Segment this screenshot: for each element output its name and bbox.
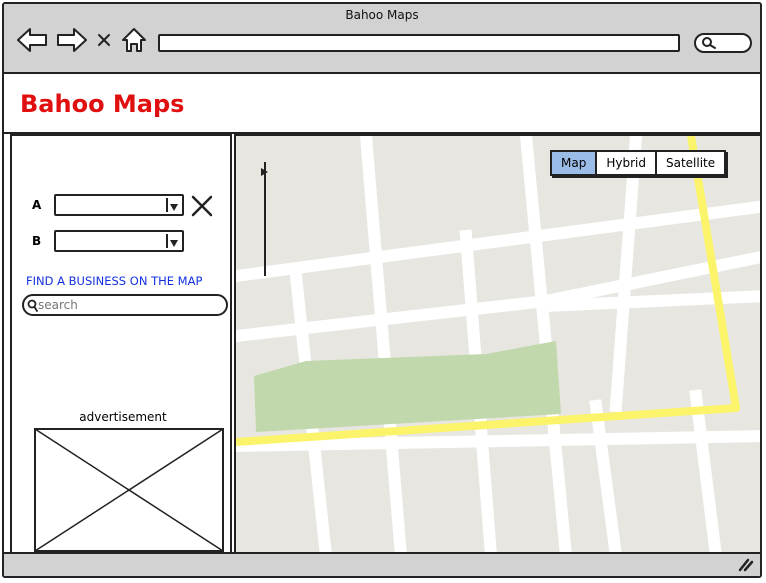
status-bar [4, 552, 760, 576]
back-arrow-icon[interactable] [16, 26, 48, 54]
advertisement-label: advertisement [79, 410, 167, 424]
address-bar[interactable] [158, 34, 680, 52]
search-icon [702, 37, 716, 49]
route-a-select[interactable] [54, 194, 184, 216]
resize-grip-icon[interactable] [736, 556, 754, 572]
window-title: Bahoo Maps [345, 8, 419, 22]
stop-icon[interactable] [96, 26, 112, 54]
advertisement-image [34, 428, 224, 552]
chevron-down-icon[interactable] [166, 198, 180, 212]
app-header: Bahoo Maps [4, 74, 760, 134]
tab-satellite[interactable]: Satellite [657, 152, 724, 174]
browser-toolbar: Bahoo Maps [4, 4, 760, 74]
home-icon[interactable] [120, 26, 148, 54]
map-view[interactable]: Map Hybrid Satellite [234, 134, 762, 554]
route-a-label: A [32, 198, 42, 212]
browser-window: Bahoo Maps Bahoo Maps A B FIND A BUSINES… [2, 2, 762, 578]
business-search-input[interactable] [38, 297, 218, 313]
chevron-down-icon[interactable] [166, 234, 180, 248]
route-b-select[interactable] [54, 230, 184, 252]
tab-map[interactable]: Map [552, 152, 598, 174]
forward-arrow-icon[interactable] [56, 26, 88, 54]
sidebar: A B FIND A BUSINESS ON THE MAP adverti [10, 134, 232, 554]
map-canvas[interactable] [236, 136, 762, 554]
app-title: Bahoo Maps [20, 90, 185, 118]
route-b-label: B [32, 234, 42, 248]
browser-search-button[interactable] [694, 33, 752, 53]
business-search-field[interactable] [22, 294, 228, 316]
find-business-link[interactable]: FIND A BUSINESS ON THE MAP [26, 274, 202, 288]
delete-icon[interactable] [190, 194, 214, 218]
map-type-switcher: Map Hybrid Satellite [550, 150, 727, 176]
tab-hybrid[interactable]: Hybrid [597, 152, 657, 174]
